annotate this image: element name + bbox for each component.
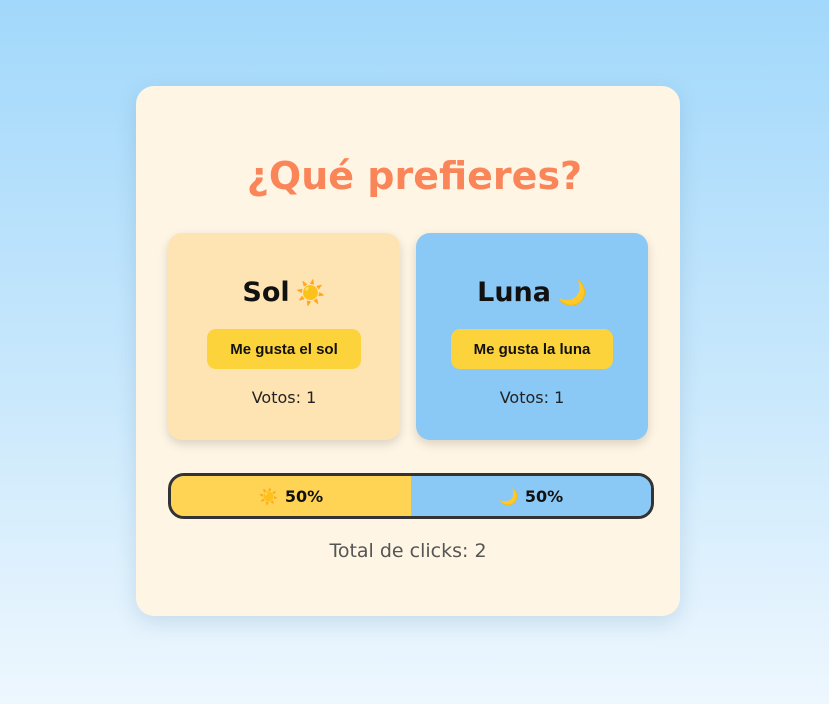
option-name: Sol	[242, 277, 290, 308]
results-segment-sol: ☀️ 50%	[171, 476, 411, 516]
moon-icon: 🌙	[556, 279, 587, 307]
moon-icon: 🌙	[498, 486, 519, 506]
vote-luna-button[interactable]: Me gusta la luna	[451, 329, 613, 369]
votes-count-luna: Votos: 1	[499, 388, 565, 407]
page-title: ¿Qué prefieres?	[246, 154, 583, 198]
option-title-sol: Sol ☀️	[168, 275, 400, 311]
vote-sol-button[interactable]: Me gusta el sol	[207, 329, 361, 369]
option-title-luna: Luna 🌙	[416, 275, 648, 311]
option-name: Luna	[477, 277, 551, 308]
results-segment-luna: 🌙 50%	[411, 476, 651, 516]
results-percent-luna: 50%	[524, 486, 564, 506]
total-clicks: Total de clicks: 2	[329, 540, 487, 562]
option-card-luna: Luna 🌙 Me gusta la luna Votos: 1	[416, 233, 648, 440]
results-bar: ☀️ 50% 🌙 50%	[168, 473, 654, 519]
results-percent-sol: 50%	[284, 486, 324, 506]
sun-icon: ☀️	[258, 486, 279, 506]
option-card-sol: Sol ☀️ Me gusta el sol Votos: 1	[168, 233, 400, 440]
sun-icon: ☀️	[295, 279, 326, 307]
votes-count-sol: Votos: 1	[251, 388, 317, 407]
